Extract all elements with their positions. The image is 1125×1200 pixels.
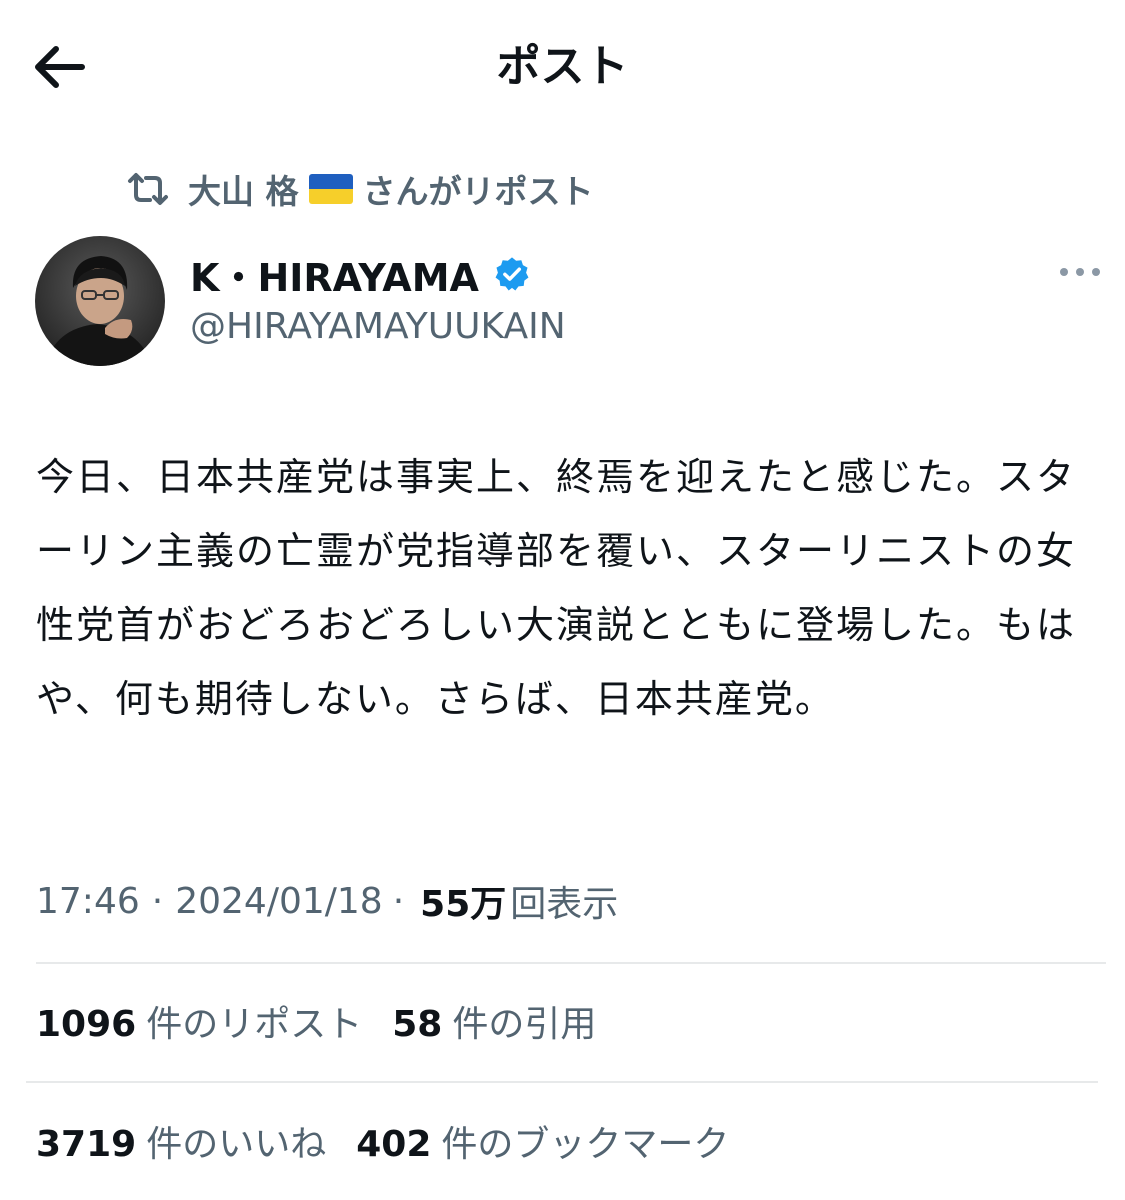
repost-count: 1096 [36,1004,137,1045]
more-options-icon[interactable] [1058,260,1102,284]
bookmark-count: 402 [356,1124,432,1165]
divider [36,962,1106,964]
ukraine-flag-icon [308,174,353,204]
repost-stat[interactable]: 1096 件のリポスト [36,995,362,1047]
verified-badge-icon [495,257,529,291]
like-count: 3719 [36,1124,137,1165]
repost-context[interactable]: 大山 格 さんがリポスト [126,164,594,214]
stats-row-reposts: 1096 件のリポスト 58 件の引用 [36,996,626,1046]
top-bar: ポスト [0,0,1125,130]
avatar[interactable] [35,236,165,366]
like-label: 件のいいね [146,1124,327,1165]
post-detail-page: ポスト 大山 格 さんがリポスト K・HIRAYAMA @HIRAYAMAYUU… [0,0,1125,1200]
page-title: ポスト [496,41,629,92]
author-handle[interactable]: @HIRAYAMAYUUKAIN [190,303,566,351]
repost-label: 件のリポスト [146,1004,363,1045]
repost-icon [128,173,168,205]
repost-suffix: さんがリポスト [362,172,594,211]
divider [26,1081,1098,1083]
post-meta: 17:46 · 2024/01/18 · 55万 回表示 [36,876,618,926]
bookmark-stat[interactable]: 402 件のブックマーク [356,1115,729,1167]
author-name-row[interactable]: K・HIRAYAMA [190,248,531,300]
post-time[interactable]: 17:46 [36,881,140,922]
stats-row-likes: 3719 件のいいね 402 件のブックマーク [36,1116,759,1166]
quote-stat[interactable]: 58 件の引用 [392,995,596,1047]
like-stat[interactable]: 3719 件のいいね [36,1115,326,1167]
author-name: K・HIRAYAMA [190,255,479,300]
repost-user-name: 大山 格 [188,172,299,211]
quote-count: 58 [392,1004,443,1045]
view-count-label: 回表示 [510,884,619,925]
bookmark-label: 件のブックマーク [441,1124,730,1165]
view-count: 55万 [420,884,507,925]
meta-separator: · [151,880,164,922]
post-date[interactable]: 2024/01/18 [175,881,383,922]
quote-label: 件の引用 [452,1004,597,1045]
post-text: 今日、日本共産党は事実上、終焉を迎えたと感じた。スターリン主義の亡霊が党指導部を… [36,455,1077,721]
avatar-photo [35,236,165,366]
meta-separator: · [392,880,405,922]
